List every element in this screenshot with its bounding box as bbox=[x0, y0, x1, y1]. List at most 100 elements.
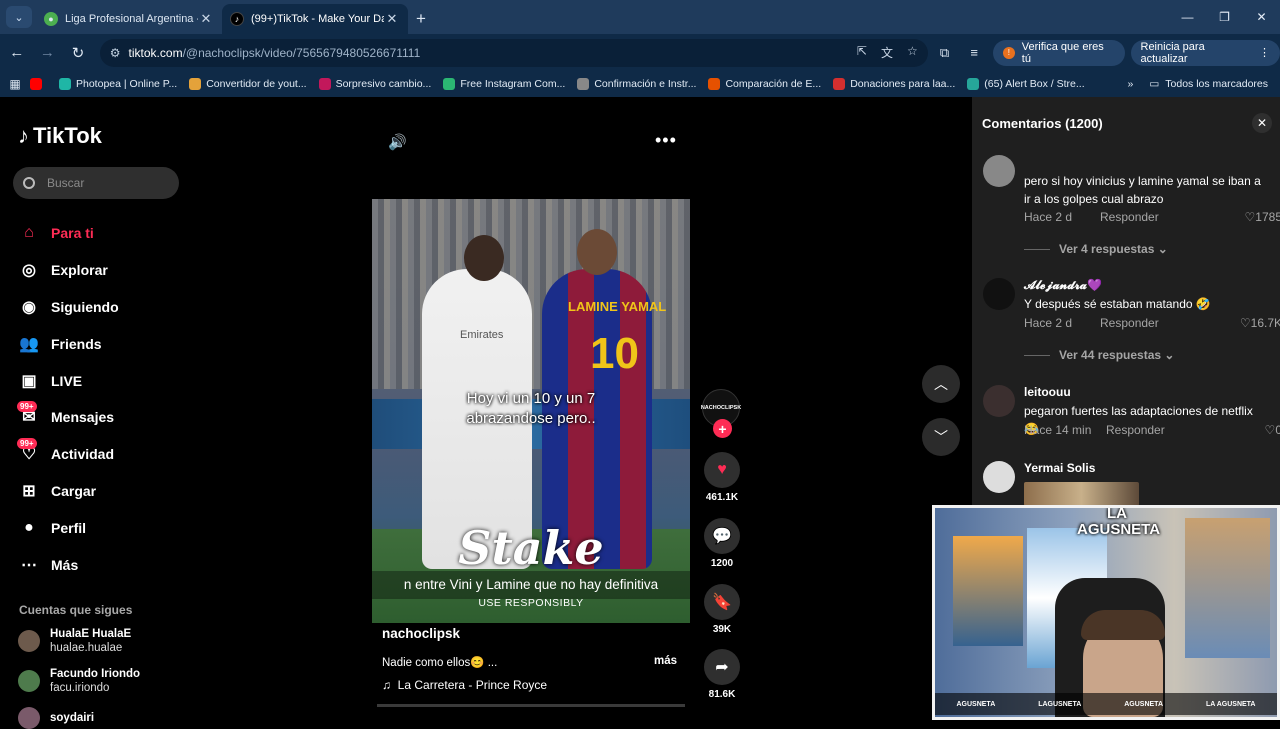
bookmark-icon: 🔖 bbox=[704, 584, 740, 620]
reply-button[interactable]: Responder bbox=[1106, 423, 1165, 437]
volume-icon[interactable]: 🔊 bbox=[388, 133, 407, 151]
bookmark-item[interactable]: Confirmación e Instr... bbox=[577, 78, 696, 90]
previous-video-button[interactable]: ︿ bbox=[922, 365, 960, 403]
address-bar[interactable]: ⚙ tiktok.com/@nachoclipsk/video/75656794… bbox=[100, 39, 928, 67]
bookmark-star-icon[interactable]: ☆ bbox=[907, 44, 918, 61]
follow-plus-icon[interactable]: + bbox=[713, 419, 732, 438]
following-account[interactable]: Facundo Iriondofacu.iriondo bbox=[18, 667, 140, 695]
reply-button[interactable]: Responder bbox=[1100, 210, 1159, 224]
video-player[interactable]: Emirates LAMINE YAMAL 10 Hoy vi un 10 y … bbox=[372, 199, 690, 623]
sidebar-item-cargar[interactable]: ⊞Cargar bbox=[18, 473, 119, 510]
following-account[interactable]: HualaE HualaEhualae.hualae bbox=[18, 627, 131, 655]
view-replies-button[interactable]: Ver 44 respuestas ⌄ bbox=[1024, 348, 1174, 362]
player-head bbox=[577, 229, 617, 275]
following-icon: ◉ bbox=[18, 296, 40, 318]
bookmark-item[interactable] bbox=[30, 78, 47, 90]
webcam-feed: LAAGUSNETA AGUSNETA LAGUSNETA AGUSNETA L… bbox=[935, 508, 1277, 717]
comment-user[interactable]: 𝓐𝓵𝓮𝓳𝓪𝓷𝓭𝓻𝓪💜 bbox=[1024, 278, 1102, 293]
sidebar-item-perfil[interactable]: ●Perfil bbox=[18, 509, 119, 546]
notification-badge: 99+ bbox=[17, 438, 37, 449]
browser-tab-tiktok[interactable]: ♪ (99+)TikTok - Make Your Day ✕ bbox=[222, 4, 408, 34]
comment-button[interactable]: 💬1200 bbox=[703, 518, 741, 569]
bookmark-item[interactable]: (65) Alert Box / Stre... bbox=[967, 78, 1084, 90]
more-description-button[interactable]: más bbox=[654, 655, 677, 667]
stream-logo-line: AGUSNETA bbox=[1077, 522, 1157, 538]
bookmark-favicon-icon bbox=[967, 78, 979, 90]
browser-tab-liga[interactable]: ● Liga Profesional Argentina - PO ✕ bbox=[36, 4, 222, 34]
reply-button[interactable]: Responder bbox=[1100, 316, 1159, 330]
sidebar-item-actividad[interactable]: ♡99+Actividad bbox=[18, 436, 119, 473]
divider bbox=[1024, 249, 1050, 250]
comment-user[interactable]: Yermai Solis bbox=[1024, 461, 1095, 475]
socials-bar: AGUSNETA LAGUSNETA AGUSNETA LA AGUSNETA bbox=[935, 693, 1277, 715]
search-icon bbox=[23, 177, 35, 189]
avatar bbox=[18, 670, 40, 692]
profile-verify-pill[interactable]: !Verifica que eres tú bbox=[993, 40, 1125, 66]
close-window-icon[interactable]: ✕ bbox=[1243, 0, 1280, 34]
music-note-icon: ♫ bbox=[382, 678, 391, 692]
bookmark-item[interactable]: Comparación de E... bbox=[708, 78, 821, 90]
sidebar-item-label: Siguiendo bbox=[51, 299, 119, 315]
logo-text: TikTok bbox=[33, 123, 102, 149]
avatar[interactable] bbox=[983, 385, 1015, 417]
like-button[interactable]: ♥461.1K bbox=[703, 452, 741, 503]
bookmark-item[interactable]: Photopea | Online P... bbox=[59, 78, 177, 90]
close-tab-icon[interactable]: ✕ bbox=[198, 11, 214, 27]
sidebar-item-live[interactable]: ▣LIVE bbox=[18, 362, 119, 399]
reload-icon[interactable]: ↻ bbox=[64, 39, 92, 67]
more-options-icon[interactable]: ••• bbox=[655, 130, 677, 151]
bookmark-item[interactable]: Free Instagram Com... bbox=[443, 78, 565, 90]
comment-like-button[interactable]: ♡0 bbox=[1265, 423, 1280, 437]
next-video-button[interactable]: ﹀ bbox=[922, 418, 960, 456]
avatar[interactable] bbox=[983, 461, 1015, 493]
view-replies-button[interactable]: Ver 4 respuestas ⌄ bbox=[1024, 242, 1168, 256]
sidebar-item-explorar[interactable]: ◎Explorar bbox=[18, 252, 119, 289]
sidebar-item-m-s[interactable]: ⋯Más bbox=[18, 546, 119, 583]
comment-like-button[interactable]: ♡1785 bbox=[1245, 210, 1280, 224]
chevron-down-icon: ⌄ bbox=[1164, 348, 1174, 362]
video-author[interactable]: nachoclipsk bbox=[382, 626, 460, 641]
back-arrow-icon[interactable]: ← bbox=[3, 39, 31, 67]
update-pill[interactable]: Reinicia para actualizar ⋮ bbox=[1131, 40, 1280, 66]
translate-icon[interactable]: 文 bbox=[881, 44, 893, 61]
bookmark-item[interactable]: Convertidor de yout... bbox=[189, 78, 306, 90]
heart-outline-icon: ♡ bbox=[1240, 316, 1251, 330]
avatar[interactable] bbox=[983, 155, 1015, 187]
site-info-icon[interactable]: ⚙ bbox=[110, 46, 121, 60]
save-button[interactable]: 🔖39K bbox=[703, 584, 741, 635]
music-link[interactable]: ♫ La Carretera - Prince Royce bbox=[382, 678, 547, 692]
bookmark-list: Photopea | Online P... Convertidor de you… bbox=[30, 78, 1097, 90]
comment-like-button[interactable]: ♡16.7K bbox=[1240, 316, 1280, 330]
bookmark-item[interactable]: Donaciones para laa... bbox=[833, 78, 955, 90]
video-progress-bar[interactable] bbox=[377, 704, 685, 707]
forward-arrow-icon[interactable]: → bbox=[34, 39, 62, 67]
extensions-icon[interactable]: ⧉ bbox=[932, 45, 958, 61]
restore-icon[interactable]: ❐ bbox=[1206, 0, 1243, 34]
sidebar-item-friends[interactable]: 👥Friends bbox=[18, 325, 119, 362]
close-icon[interactable]: ✕ bbox=[1252, 113, 1272, 133]
tab-search-icon[interactable]: ⌄ bbox=[6, 6, 32, 28]
comments-title: Comentarios (1200) bbox=[982, 116, 1103, 131]
sidebar-item-para-ti[interactable]: ⌂Para ti bbox=[18, 215, 119, 252]
comment-user[interactable]: leitoouu bbox=[1024, 385, 1071, 399]
account-handle: facu.iriondo bbox=[50, 681, 140, 695]
close-tab-icon[interactable]: ✕ bbox=[384, 11, 400, 27]
search-input[interactable]: Buscar bbox=[13, 167, 179, 199]
more-bookmarks-button[interactable]: » bbox=[1128, 78, 1134, 90]
tiktok-logo[interactable]: ♪TikTok bbox=[18, 123, 102, 149]
minimize-icon[interactable]: — bbox=[1169, 0, 1206, 34]
sidebar-item-siguiendo[interactable]: ◉ Siguiendo bbox=[18, 289, 119, 326]
sidebar-item-mensajes[interactable]: ✉99+Mensajes bbox=[18, 399, 119, 436]
bookmark-item[interactable]: Sorpresivo cambio... bbox=[319, 78, 432, 90]
bookmark-favicon-icon bbox=[319, 78, 331, 90]
new-tab-button[interactable]: + bbox=[408, 4, 434, 34]
chevron-down-icon: ﹀ bbox=[934, 427, 948, 447]
avatar[interactable] bbox=[983, 278, 1015, 310]
following-account[interactable]: soydairi bbox=[18, 707, 94, 729]
apps-grid-icon[interactable]: ▦ bbox=[0, 77, 30, 91]
media-controls-icon[interactable]: ≡ bbox=[961, 45, 987, 60]
all-bookmarks-button[interactable]: ▭Todos los marcadores bbox=[1149, 78, 1268, 90]
share-button[interactable]: ➦81.6K bbox=[703, 649, 741, 700]
stream-logo: LAAGUSNETA bbox=[1077, 508, 1157, 538]
install-app-icon[interactable]: ⇱ bbox=[857, 44, 867, 61]
